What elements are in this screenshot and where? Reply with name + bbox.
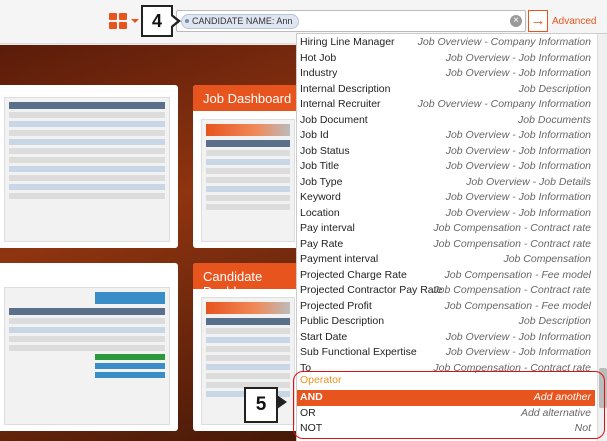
field-option-category: Job Compensation - Contract rate (433, 284, 591, 296)
field-option[interactable]: Hiring Line Manager Job Overview - Compan… (297, 35, 595, 51)
field-option-category: Job Overview - Job Information (445, 160, 591, 172)
field-option-category: Job Compensation (503, 253, 591, 265)
field-option-category: Job Overview - Job Information (445, 144, 591, 157)
field-option[interactable]: Keyword Job Overview - Job Information (297, 190, 595, 206)
search-input[interactable]: CANDIDATE NAME: Ann × (176, 10, 526, 32)
field-option[interactable]: Internal Description Job Description (297, 82, 595, 98)
callout-step-5: 5 (244, 387, 278, 423)
field-option[interactable]: Pay interval Job Compensation - Contract … (297, 221, 595, 237)
field-option-category: Job Overview - Job Details (466, 175, 591, 188)
field-option-category: Job Overview - Job Information (445, 346, 591, 358)
field-option-category: Job Compensation - Contract rate (433, 222, 591, 234)
field-option-label: Sub Functional Expertise (300, 346, 417, 358)
field-option-label: Pay Rate (300, 237, 344, 250)
chip-field: CANDIDATE NAME: (192, 16, 275, 26)
job-dashboard-card[interactable]: Job Dashboard (193, 85, 303, 248)
field-option-category: Job Documents (518, 113, 591, 126)
field-option-category: Job Description (518, 315, 591, 327)
field-option[interactable]: Projected Contractor Pay Rate Job Compens… (297, 283, 595, 299)
callout-pointer (171, 14, 181, 28)
field-option-category: Job Description (518, 82, 591, 95)
field-option[interactable]: Projected Profit Job Compensation - Fee m… (297, 299, 595, 315)
clear-search-icon[interactable]: × (510, 15, 522, 27)
field-option[interactable]: Job Type Job Overview - Job Details (297, 175, 595, 191)
card-title: Candidate Dashb (193, 263, 303, 299)
callout-step-4: 4 (141, 5, 173, 37)
chip-handle-icon (185, 19, 189, 23)
field-option-category: Job Overview - Job Information (445, 129, 591, 141)
card-preview (201, 119, 295, 242)
field-option-label: Projected Charge Rate (300, 268, 407, 281)
chip-value: Ann (276, 16, 293, 26)
field-option[interactable]: Sub Functional Expertise Job Overview - J… (297, 345, 595, 361)
field-option-label: Hot Job (300, 51, 337, 64)
field-option-label: Internal Description (300, 82, 391, 95)
callout-pointer (277, 395, 287, 409)
advanced-search-link[interactable]: Advanced (552, 16, 596, 27)
field-option-category: Job Compensation - Contract rate (433, 237, 591, 250)
field-option[interactable]: Internal Recruiter Job Overview - Company… (297, 97, 595, 113)
search-go-button[interactable]: → (528, 10, 548, 32)
field-option-label: Industry (300, 67, 338, 79)
field-option[interactable]: Projected Charge Rate Job Compensation - … (297, 268, 595, 284)
field-option-category: Job Compensation - Fee model (444, 299, 592, 312)
field-option-label: Job Type (300, 175, 343, 188)
field-option-category: Job Overview - Job Information (445, 191, 591, 203)
field-option[interactable]: Job Id Job Overview - Job Information (297, 128, 595, 144)
field-option-label: Job Document (300, 113, 368, 126)
field-option-label: Projected Profit (300, 299, 372, 312)
card-preview (4, 97, 170, 242)
field-option-category: Job Overview - Job Information (445, 206, 591, 219)
field-option-label: Location (300, 206, 340, 219)
field-option-category: Job Overview - Job Information (445, 51, 591, 64)
field-option[interactable]: Payment interval Job Compensation (297, 252, 595, 268)
dashboard-card-1[interactable] (0, 85, 178, 248)
field-option-label: Job Title (300, 160, 340, 172)
field-option[interactable]: Pay Rate Job Compensation - Contract rate (297, 237, 595, 253)
field-option-label: Public Description (300, 315, 385, 327)
field-option-label: Payment interval (300, 253, 379, 265)
chevron-down-icon[interactable] (131, 19, 139, 23)
card-preview (4, 287, 170, 425)
operator-highlight-frame (293, 371, 605, 439)
apps-grid-icon[interactable] (109, 13, 128, 29)
field-option-label: Job Status (300, 144, 350, 157)
field-option[interactable]: Job Title Job Overview - Job Information (297, 159, 595, 175)
search-filter-chip[interactable]: CANDIDATE NAME: Ann (181, 14, 300, 29)
field-option-label: Start Date (300, 330, 348, 343)
field-option-category: Job Overview - Company Information (417, 36, 591, 48)
field-option-category: Job Overview - Job Information (445, 330, 591, 343)
field-option[interactable]: Location Job Overview - Job Information (297, 206, 595, 222)
field-option[interactable]: Industry Job Overview - Job Information (297, 66, 595, 82)
field-option-label: Job Id (300, 129, 329, 141)
field-option[interactable]: Start Date Job Overview - Job Information (297, 330, 595, 346)
card-title: Job Dashboard (193, 85, 303, 111)
field-option-label: Hiring Line Manager (300, 36, 395, 48)
field-option[interactable]: Job Status Job Overview - Job Information (297, 144, 595, 160)
field-option-label: Projected Contractor Pay Rate (300, 284, 443, 296)
field-option-label: Pay interval (300, 222, 355, 234)
field-option-category: Job Overview - Job Information (445, 67, 591, 79)
field-option[interactable]: Public Description Job Description (297, 314, 595, 330)
field-option[interactable]: Job Document Job Documents (297, 113, 595, 129)
dashboard-card-3[interactable] (0, 263, 178, 431)
field-option-category: Job Overview - Company Information (417, 98, 591, 110)
field-option-category: Job Compensation - Fee model (444, 268, 592, 281)
field-option-label: Internal Recruiter (300, 98, 381, 110)
field-option-label: Keyword (300, 191, 341, 203)
field-option[interactable]: Hot Job Job Overview - Job Information (297, 51, 595, 67)
